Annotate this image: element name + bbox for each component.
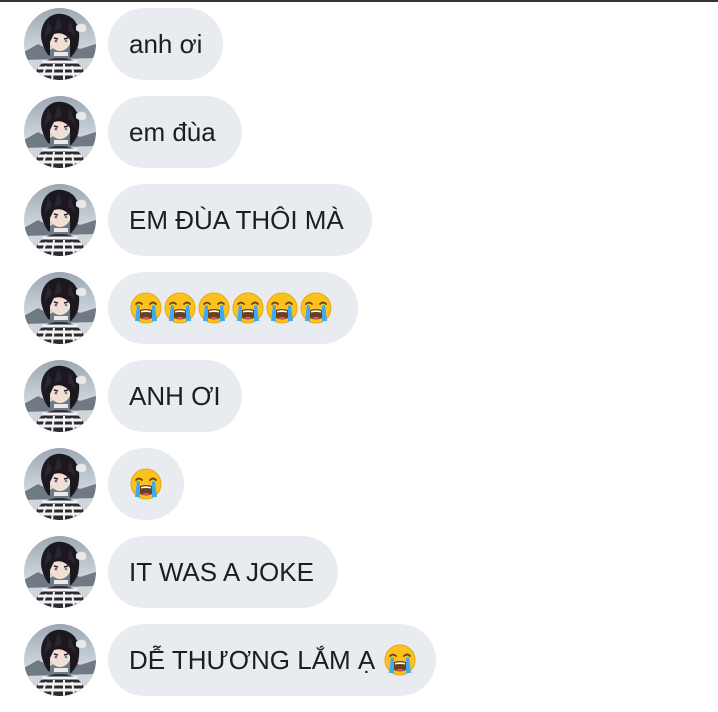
message-row — [0, 272, 718, 344]
chat-thread[interactable]: anh ơi em đùa EM ĐÙA THÔI MÀ ANH ƠI IT W… — [0, 8, 718, 712]
avatar[interactable] — [24, 360, 96, 432]
message-text: em đùa — [129, 116, 216, 147]
loudly-crying-face-icon — [231, 291, 265, 325]
loudly-crying-face-icon — [383, 643, 417, 677]
top-divider — [0, 0, 718, 2]
message-bubble[interactable]: IT WAS A JOKE — [108, 536, 338, 608]
message-text: DỄ THƯƠNG LẮM Ạ — [129, 644, 376, 675]
message-bubble[interactable] — [108, 448, 184, 520]
message-row: ANH ƠI — [0, 360, 718, 432]
message-bubble[interactable]: anh ơi — [108, 8, 223, 80]
avatar[interactable] — [24, 448, 96, 520]
message-text: anh ơi — [129, 28, 203, 59]
loudly-crying-face-icon — [299, 291, 333, 325]
emoji-group — [129, 291, 333, 325]
message-row: EM ĐÙA THÔI MÀ — [0, 184, 718, 256]
loudly-crying-face-icon — [129, 291, 163, 325]
loudly-crying-face-icon — [197, 291, 231, 325]
message-bubble[interactable]: em đùa — [108, 96, 242, 168]
message-bubble[interactable]: DỄ THƯƠNG LẮM Ạ — [108, 624, 436, 696]
message-text: EM ĐÙA THÔI MÀ — [129, 204, 344, 235]
loudly-crying-face-icon — [129, 467, 163, 501]
message-row: em đùa — [0, 96, 718, 168]
avatar[interactable] — [24, 8, 96, 80]
avatar[interactable] — [24, 272, 96, 344]
emoji-group — [129, 467, 163, 501]
message-bubble[interactable] — [108, 272, 358, 344]
loudly-crying-face-icon — [265, 291, 299, 325]
avatar[interactable] — [24, 536, 96, 608]
message-text: ANH ƠI — [129, 380, 221, 411]
avatar[interactable] — [24, 96, 96, 168]
avatar[interactable] — [24, 184, 96, 256]
avatar[interactable] — [24, 624, 96, 696]
message-row: anh ơi — [0, 8, 718, 80]
message-row — [0, 448, 718, 520]
message-bubble[interactable]: ANH ƠI — [108, 360, 242, 432]
message-bubble[interactable]: EM ĐÙA THÔI MÀ — [108, 184, 372, 256]
loudly-crying-face-icon — [163, 291, 197, 325]
message-text: IT WAS A JOKE — [129, 556, 314, 587]
message-row: IT WAS A JOKE — [0, 536, 718, 608]
message-row: DỄ THƯƠNG LẮM Ạ — [0, 624, 718, 696]
